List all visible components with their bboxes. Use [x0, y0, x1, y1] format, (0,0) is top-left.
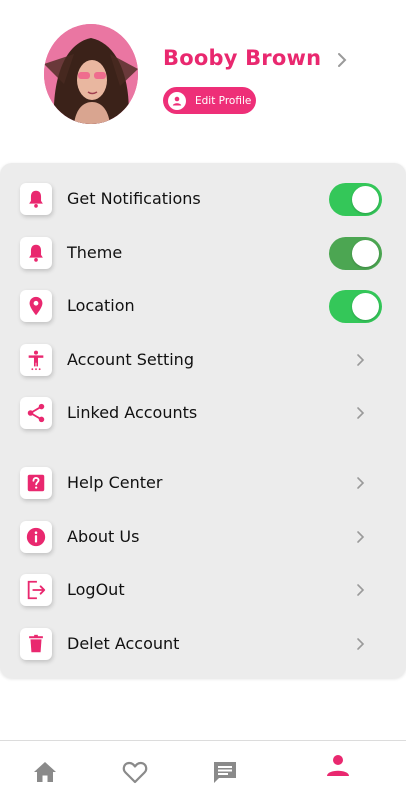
chevron-right-icon: [357, 407, 365, 419]
settings-row-label: Account Setting: [67, 350, 194, 369]
settings-row-about-us[interactable]: About Us: [0, 516, 406, 560]
settings-row-theme[interactable]: Theme: [0, 232, 406, 276]
nav-messages[interactable]: [208, 755, 242, 789]
info-icon: [20, 521, 52, 553]
person-icon: [168, 91, 186, 110]
chevron-right-icon: [357, 354, 365, 366]
settings-row-delete-account[interactable]: Delet Account: [0, 623, 406, 667]
settings-row-label: Delet Account: [67, 634, 180, 653]
toggle-knob: [352, 240, 379, 267]
theme-toggle[interactable]: [329, 237, 382, 270]
settings-row-linked-accounts[interactable]: Linked Accounts: [0, 392, 406, 436]
settings-row-label: LogOut: [67, 580, 125, 599]
settings-row-label: Get Notifications: [67, 189, 201, 208]
settings-row-label: Linked Accounts: [67, 403, 198, 422]
nav-profile[interactable]: [321, 749, 355, 783]
edit-profile-button[interactable]: Edit Profile: [163, 87, 256, 114]
chevron-right-icon: [357, 584, 365, 596]
chevron-right-icon: [357, 531, 365, 543]
avatar-photo: [44, 24, 138, 124]
settings-row-logout[interactable]: LogOut: [0, 569, 406, 613]
settings-row-help-center[interactable]: Help Center: [0, 462, 406, 506]
location-toggle[interactable]: [329, 290, 382, 323]
bottom-nav: [0, 740, 406, 811]
share-icon: [20, 397, 52, 429]
chevron-right-icon[interactable]: [333, 50, 351, 70]
location-pin-icon: [20, 290, 52, 322]
nav-favorites[interactable]: [118, 755, 152, 789]
notifications-toggle[interactable]: [329, 183, 382, 216]
home-icon: [34, 762, 56, 782]
profile-avatar[interactable]: [44, 24, 138, 124]
settings-row-label: Theme: [67, 243, 123, 262]
accessibility-person-icon: [20, 344, 52, 376]
settings-row-label: Location: [67, 296, 135, 315]
bell-icon: [20, 237, 52, 269]
settings-row-label: Help Center: [67, 473, 163, 492]
edit-profile-label: Edit Profile: [195, 94, 252, 107]
toggle-knob: [352, 186, 379, 213]
bell-icon: [20, 183, 52, 215]
logout-icon: [20, 574, 52, 606]
profile-name: Booby Brown: [163, 46, 322, 70]
nav-home[interactable]: [28, 755, 62, 789]
heart-icon: [122, 761, 148, 784]
settings-row-notifications[interactable]: Get Notifications: [0, 178, 406, 222]
chevron-right-icon: [357, 638, 365, 650]
trash-icon: [20, 628, 52, 660]
settings-row-location[interactable]: Location: [0, 285, 406, 329]
chevron-right-icon: [357, 477, 365, 489]
person-icon: [327, 755, 349, 776]
settings-panel: Get Notifications Theme Location Account…: [0, 163, 406, 678]
chat-icon: [214, 762, 236, 783]
settings-row-label: About Us: [67, 527, 140, 546]
settings-row-account-setting[interactable]: Account Setting: [0, 339, 406, 383]
toggle-knob: [352, 293, 379, 320]
help-question-icon: [20, 467, 52, 499]
